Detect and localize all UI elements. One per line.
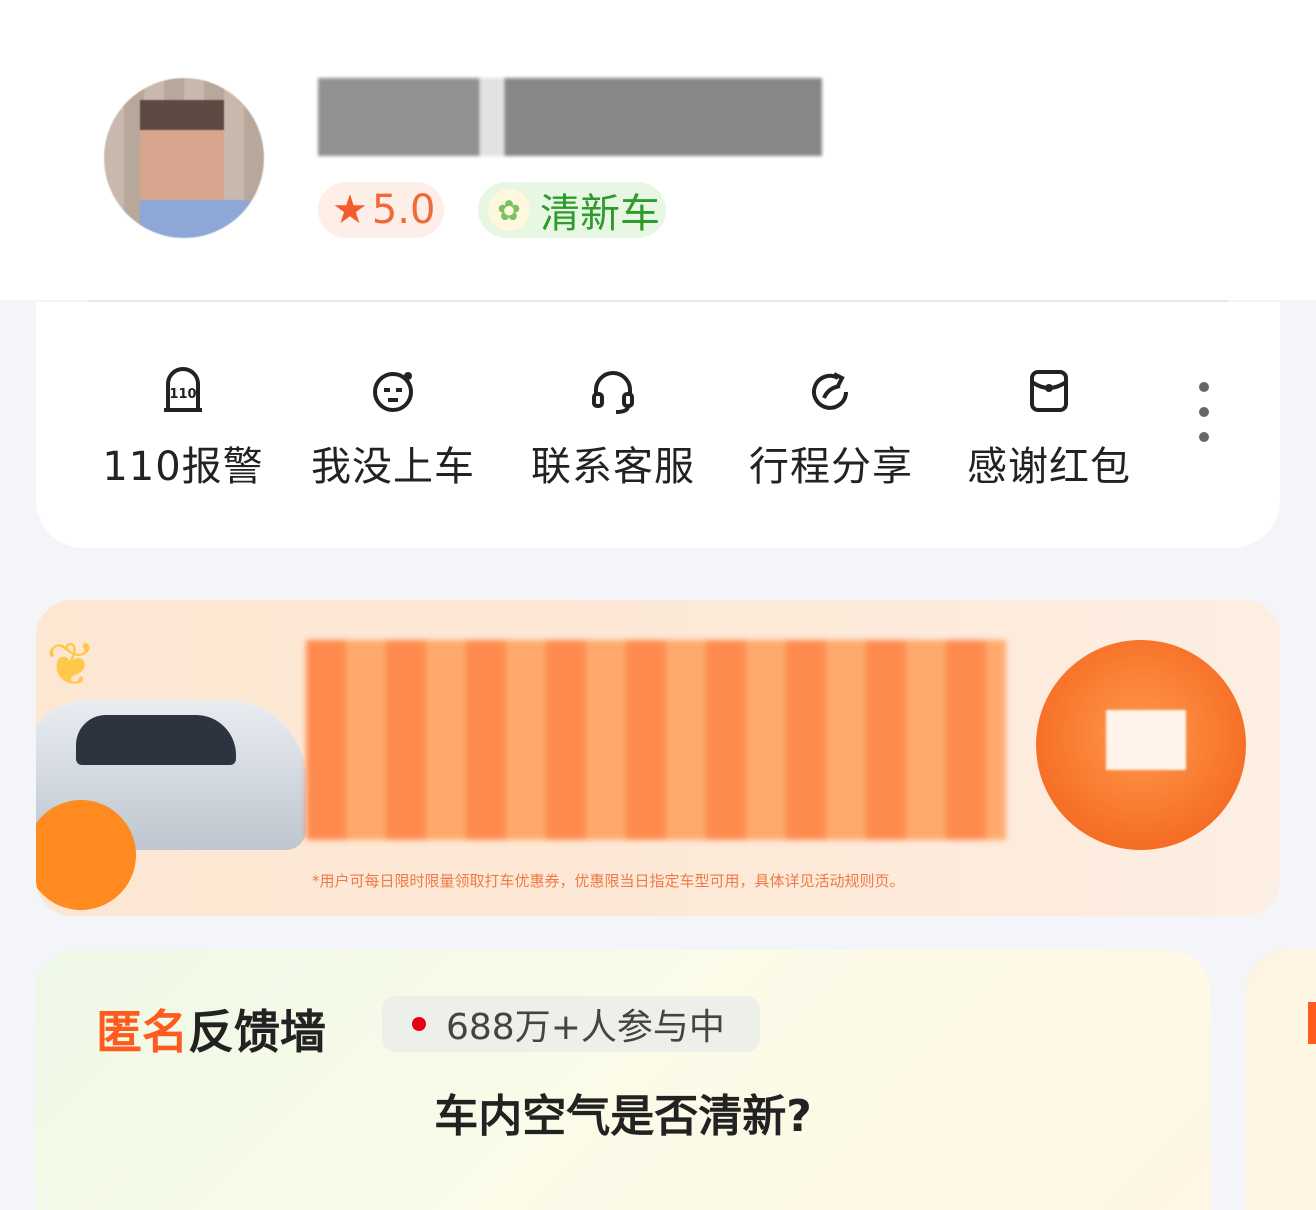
- red-packet-icon: [1030, 370, 1068, 412]
- promo-headline-blurred: [306, 640, 1006, 840]
- action-label: 110报警: [102, 444, 264, 490]
- share-icon: [812, 372, 848, 410]
- participants-count: 688万+人参与中: [446, 1007, 725, 1048]
- flower-icon: ✿: [488, 189, 530, 231]
- action-label: 我没上车: [311, 444, 475, 490]
- action-not-boarded[interactable]: 我没上车: [308, 366, 478, 492]
- feedback-question: 车内空气是否清新?: [434, 1091, 812, 1142]
- star-icon: ★: [332, 187, 368, 233]
- feedback-wall-title: 匿名反馈墙: [96, 1005, 326, 1059]
- action-label: 联系客服: [531, 444, 695, 490]
- police-110-icon: 110: [164, 367, 202, 412]
- action-110-alarm[interactable]: 110 110报警: [98, 366, 268, 492]
- action-label: 感谢红包: [967, 444, 1131, 490]
- action-contact-support[interactable]: 联系客服: [528, 366, 698, 492]
- ginkgo-leaf-icon: ❦: [46, 630, 97, 700]
- participants-badge: 688万+人参与中: [382, 996, 760, 1052]
- feedback-wall-card[interactable]: 匿名反馈墙 688万+人参与中 车内空气是否清新?: [36, 950, 1210, 1210]
- promo-banner[interactable]: ❦ *用户可每日限时限量领取打车优惠券，优惠限当日指定车型可用，具体详见活动规则…: [36, 600, 1280, 916]
- promo-footnote: *用户可每日限时限量领取打车优惠券，优惠限当日指定车型可用，具体详见活动规则页。: [312, 872, 905, 890]
- action-bar: 110 110报警 我没上车 联系客服 行程分享 感谢红包: [36, 302, 1280, 548]
- headset-icon: [592, 371, 634, 414]
- rating-badge: ★ 5.0: [318, 182, 444, 238]
- action-label: 行程分享: [749, 444, 913, 490]
- action-trip-share[interactable]: 行程分享: [746, 366, 916, 492]
- driver-header: ★ 5.0 ✿ 清新车: [0, 0, 1316, 300]
- svg-text:110: 110: [169, 387, 196, 402]
- face-icon: [373, 372, 413, 412]
- rating-value: 5.0: [371, 187, 436, 233]
- live-dot-icon: [412, 1017, 426, 1031]
- driver-avatar[interactable]: [104, 78, 264, 238]
- fresh-car-label: 清新车: [540, 191, 660, 237]
- more-actions-icon[interactable]: [1196, 382, 1212, 442]
- fresh-car-badge: ✿ 清新车: [478, 182, 666, 238]
- action-thank-red-packet[interactable]: 感谢红包: [964, 366, 1134, 492]
- driver-name-blurred: [318, 78, 822, 156]
- next-card-peek[interactable]: [1246, 950, 1316, 1210]
